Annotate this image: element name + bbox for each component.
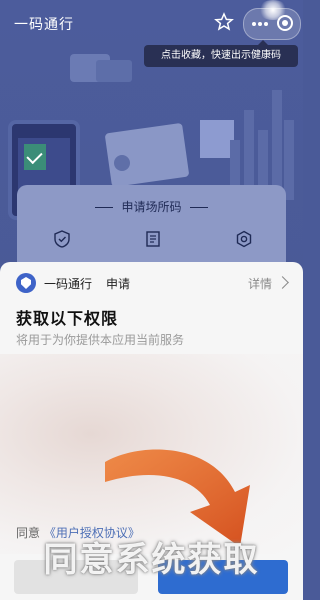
permission-sheet: 一码通行 申请 详情 获取以下权限 将用于为你提供本应用当前服务 同意 《用户授… bbox=[0, 262, 303, 600]
building-illustration bbox=[226, 80, 296, 200]
document-icon[interactable] bbox=[144, 230, 162, 248]
app-screen: 一码通行 点击收藏，快速出示健康码 申请场所码 一码通行 申请 详情 获取以下权… bbox=[0, 0, 303, 600]
details-link[interactable]: 详情 bbox=[248, 275, 272, 292]
permission-description: 将用于为你提供本应用当前服务 bbox=[16, 333, 185, 347]
shield-logo-icon bbox=[16, 273, 36, 293]
chat-bubble-illustration bbox=[96, 60, 132, 82]
chevron-right-icon[interactable] bbox=[276, 276, 289, 289]
more-dots-icon[interactable] bbox=[252, 22, 256, 26]
touch-indicator bbox=[258, 0, 288, 20]
avatar-illustration bbox=[114, 155, 130, 171]
star-icon[interactable] bbox=[214, 12, 234, 32]
check-icon bbox=[24, 144, 46, 170]
miniapp-name: 一码通行 bbox=[44, 277, 93, 291]
gear-icon[interactable] bbox=[235, 230, 253, 248]
shield-icon[interactable] bbox=[53, 230, 71, 248]
sheet-header: 一码通行 申请 详情 bbox=[16, 273, 290, 295]
apply-label: 申请 bbox=[106, 277, 131, 291]
permission-title: 获取以下权限 bbox=[16, 309, 119, 328]
app-title: 一码通行 bbox=[14, 17, 74, 33]
overlay-caption: 同意系统获取 bbox=[43, 540, 260, 580]
favorite-tooltip: 点击收藏，快速出示健康码 bbox=[144, 40, 298, 67]
place-code-title: 申请场所码 bbox=[0, 198, 303, 215]
